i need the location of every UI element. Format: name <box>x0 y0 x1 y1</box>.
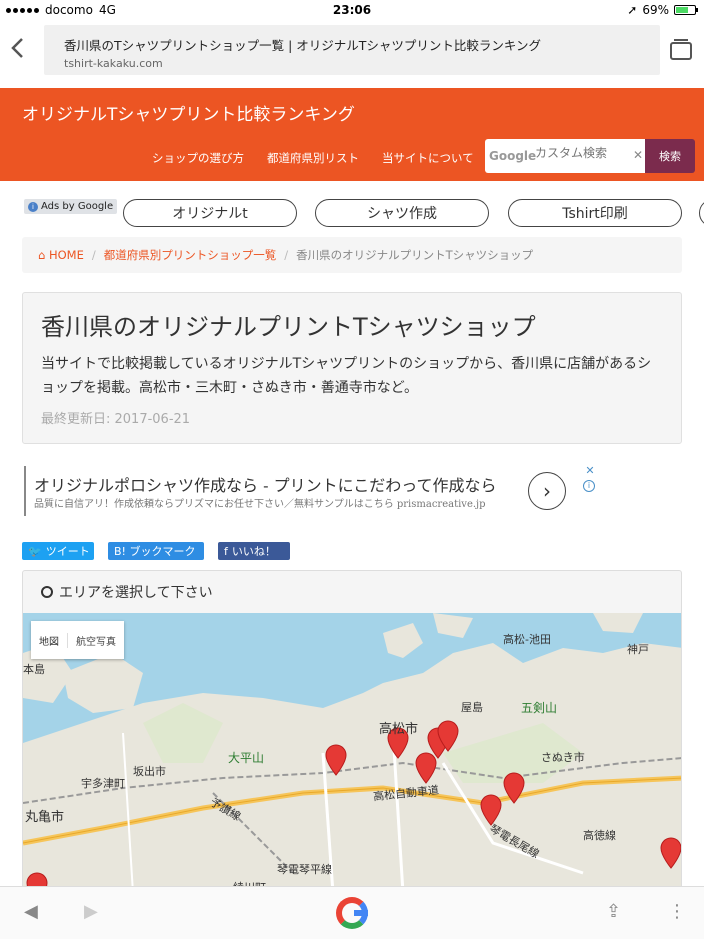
map-label-marugame: 丸亀市 <box>25 810 65 825</box>
map-header: エリアを選択して下さい <box>23 571 681 613</box>
info-icon: i <box>28 201 38 212</box>
ads-badge-label: Ads by Google <box>41 201 114 212</box>
ad-banner[interactable]: オリジナルポロシャツ作成なら - プリントにこだわって作成なら 品質に自信アリ！… <box>24 466 598 516</box>
twitter-icon: 🐦 <box>28 544 42 558</box>
site-title[interactable]: オリジナルTシャツプリント比較ランキング <box>22 100 355 125</box>
google-logo: Google <box>489 149 537 163</box>
ads-by-google-badge[interactable]: i Ads by Google <box>24 199 118 214</box>
status-bar: docomo 4G 23:06 ➚ 69% <box>0 0 704 20</box>
intro-description: 当サイトで比較掲載しているオリジナルTシャツプリントのショップから、香川県に店舗… <box>41 356 652 396</box>
tweet-label: ツイート <box>45 545 90 558</box>
site-header: オリジナルTシャツプリント比較ランキング ショップの選び方 都道府県別リスト 当… <box>0 88 704 181</box>
ad-pill-original-t[interactable]: オリジナルt <box>123 199 297 227</box>
back-arrow-icon[interactable]: ◀ <box>24 901 38 922</box>
ad-pill-tshirt-printing[interactable]: Tshirt印刷 <box>508 199 682 227</box>
map-label-takamatsu: 高松市 <box>379 722 419 737</box>
map-type-control: 地図 航空写真 <box>31 621 124 659</box>
intro-panel: 香川県のオリジナルプリントTシャツショップ 当サイトで比較掲載しているオリジナル… <box>22 292 682 444</box>
ad-pill-shirt-making[interactable]: シャツ作成 <box>315 199 489 227</box>
map-label-kotoden-line: 琴電琴平線 <box>277 863 332 876</box>
map-label-kotoku-line: 高徳線 <box>583 829 616 842</box>
facebook-like-button[interactable]: f いいね！ <box>218 542 290 560</box>
breadcrumb: ⌂ HOME / 都道府県別プリントショップ一覧 / 香川県のオリジナルプリント… <box>22 237 682 273</box>
breadcrumb-home[interactable]: HOME <box>49 248 84 262</box>
map-panel: エリアを選択して下さい 地図 航空写真 本島 高松市 屋島 五剣山 大平山 坂出… <box>22 570 682 890</box>
tweet-button[interactable]: 🐦 ツイート <box>22 542 94 560</box>
chevron-left-icon <box>11 38 23 58</box>
like-label: いいね！ <box>231 545 276 558</box>
map-label-yashima: 屋島 <box>461 701 483 714</box>
map-label-sanuki: さぬき市 <box>541 751 585 764</box>
search-input[interactable] <box>535 146 631 160</box>
search-button[interactable]: 検索 <box>645 139 695 173</box>
status-right: ➚ 69% <box>627 3 698 17</box>
page-title: 香川県のオリジナルプリントTシャツショップ <box>41 313 536 341</box>
tabs-button[interactable] <box>670 39 692 60</box>
last-updated: 最終更新日: 2017-06-21 <box>41 412 191 427</box>
search-box: Google ✕ <box>485 139 645 173</box>
ad-info-icon[interactable]: i <box>583 480 595 492</box>
url-domain: tshirt-kakaku.com <box>64 57 163 70</box>
nav-how-to-choose[interactable]: ショップの選び方 <box>152 150 244 166</box>
map-label-takamatsu-ikeda: 高松-池田 <box>503 633 551 646</box>
hatena-bookmark-button[interactable]: B! ブックマーク <box>108 542 204 560</box>
breadcrumb-current: 香川県のオリジナルプリントTシャツショップ <box>296 248 534 262</box>
map-type-satellite[interactable]: 航空写真 <box>67 632 124 648</box>
map-label-kobe: 神戸 <box>627 643 649 656</box>
map-label-honjima: 本島 <box>23 663 45 676</box>
ad-close-icon[interactable]: ✕ <box>583 464 597 478</box>
google-icon[interactable] <box>336 897 368 929</box>
map-label-oheizan: 大平山 <box>228 751 265 765</box>
nav-prefecture-list[interactable]: 都道府県別リスト <box>267 150 359 166</box>
map-label-sakaide: 坂出市 <box>133 765 166 778</box>
map-label-gokenzan: 五剣山 <box>521 701 558 715</box>
back-button[interactable] <box>10 36 34 64</box>
clear-icon[interactable]: ✕ <box>633 148 643 162</box>
bookmark-label: B! ブックマーク <box>114 545 196 558</box>
breadcrumb-parent[interactable]: 都道府県別プリントショップ一覧 <box>104 247 277 263</box>
ad-subtitle: 品質に自信アリ！作成依頼ならプリズマにお任せ下さい／無料サンプルはこちら pri… <box>34 499 486 510</box>
facebook-icon: f <box>224 544 228 558</box>
chevron-right-icon[interactable]: › <box>528 472 566 510</box>
forward-arrow-icon[interactable]: ▶ <box>84 901 98 922</box>
battery-percent: 69% <box>642 3 669 17</box>
breadcrumb-separator: / <box>91 248 96 262</box>
google-map[interactable]: 地図 航空写真 本島 高松市 屋島 五剣山 大平山 坂出市 宇多津町 丸亀市 さ… <box>23 613 681 889</box>
more-menu-icon[interactable]: ⋮ <box>668 901 686 922</box>
nav-about[interactable]: 当サイトについて <box>382 150 474 166</box>
compass-icon <box>41 586 53 598</box>
map-label-utazu: 宇多津町 <box>81 777 125 790</box>
page-title-in-url: 香川県のTシャツプリントショップ一覧 | オリジナルTシャツプリント比較ランキン… <box>64 38 542 53</box>
ad-title[interactable]: オリジナルポロシャツ作成なら - プリントにこだわって作成なら <box>34 472 496 496</box>
browser-bottom-bar: ◀ ▶ ⇪ ⋮ <box>0 886 704 939</box>
clock: 23:06 <box>332 3 372 17</box>
breadcrumb-separator: / <box>284 248 289 262</box>
home-icon[interactable]: ⌂ <box>38 248 49 262</box>
location-icon: ➚ <box>627 3 638 17</box>
map-header-label: エリアを選択して下さい <box>59 585 213 601</box>
ad-pill-overflow[interactable] <box>699 199 704 227</box>
battery-icon <box>674 5 698 15</box>
share-icon[interactable]: ⇪ <box>606 901 621 922</box>
map-type-map[interactable]: 地図 <box>31 633 67 648</box>
address-bar[interactable]: 香川県のTシャツプリントショップ一覧 | オリジナルTシャツプリント比較ランキン… <box>44 25 660 75</box>
browser-toolbar: 香川県のTシャツプリントショップ一覧 | オリジナルTシャツプリント比較ランキン… <box>0 20 704 82</box>
